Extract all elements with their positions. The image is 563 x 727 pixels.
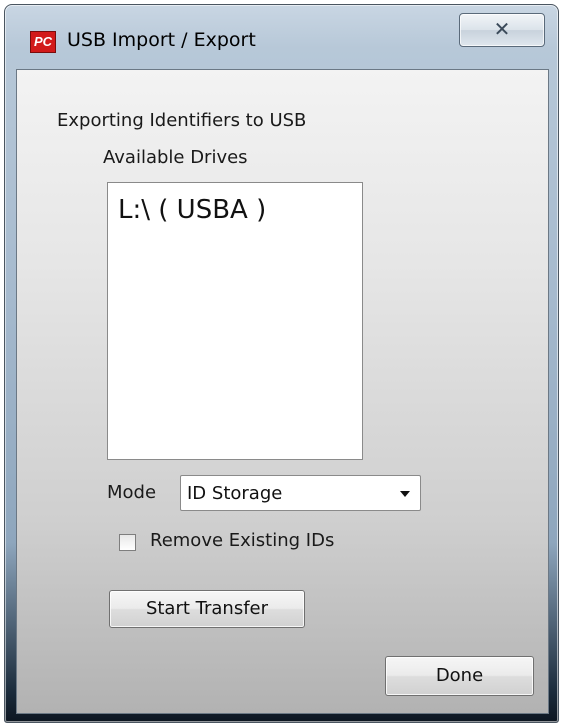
mode-label: Mode bbox=[107, 482, 157, 503]
remove-existing-ids-checkbox[interactable] bbox=[119, 534, 136, 551]
remove-existing-ids-label[interactable]: Remove Existing IDs bbox=[150, 530, 334, 551]
window-title: USB Import / Export bbox=[67, 29, 256, 51]
mode-select[interactable]: ID Storage bbox=[180, 475, 421, 511]
done-button[interactable]: Done bbox=[385, 656, 534, 696]
close-icon[interactable]: ✕ bbox=[459, 13, 545, 47]
start-transfer-button[interactable]: Start Transfer bbox=[109, 590, 305, 628]
drive-list-item[interactable]: L:\ ( USBA ) bbox=[118, 195, 266, 225]
drive-list[interactable]: L:\ ( USBA ) bbox=[107, 182, 363, 460]
dialog-content: Exporting Identifiers to USB Available D… bbox=[16, 69, 549, 714]
export-header: Exporting Identifiers to USB bbox=[57, 110, 307, 131]
dialog-window: PC USB Import / Export ✕ Exporting Ident… bbox=[4, 4, 559, 723]
mode-selected-value: ID Storage bbox=[187, 483, 283, 504]
pc-app-icon: PC bbox=[30, 31, 56, 53]
available-drives-label: Available Drives bbox=[103, 147, 248, 168]
chevron-down-icon[interactable] bbox=[400, 491, 410, 497]
title-bar[interactable]: PC USB Import / Export ✕ bbox=[5, 5, 558, 69]
